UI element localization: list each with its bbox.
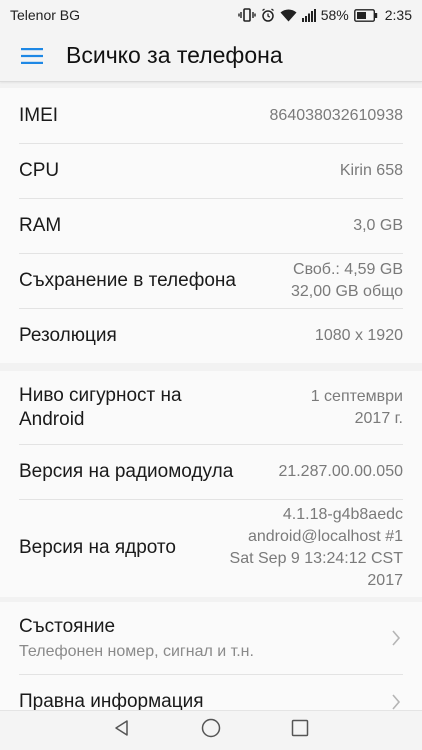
info-value: 21.287.00.00.050 <box>278 462 403 480</box>
menu-button[interactable] <box>0 30 64 82</box>
chevron-right-icon <box>389 630 403 646</box>
home-button[interactable] <box>201 718 221 743</box>
legal-info-row[interactable]: Правна информация <box>0 674 422 710</box>
info-label: Версия на ядрото <box>19 537 176 558</box>
info-row-imei: IMEI 864038032610938 <box>0 88 422 143</box>
back-button[interactable] <box>113 719 131 742</box>
info-row-cpu: CPU Kirin 658 <box>0 143 422 198</box>
info-label: CPU <box>19 159 60 181</box>
value-line: 1 септември <box>310 387 403 405</box>
info-row-resolution: Резолюция 1080 x 1920 <box>0 308 422 363</box>
info-label: Съхранение в телефона <box>19 269 236 291</box>
recents-square-icon <box>291 719 309 737</box>
info-label: Резолюция <box>19 324 117 346</box>
info-label: Версия на радиомодула <box>19 460 234 482</box>
info-row-baseband: Версия на радиомодула 21.287.00.00.050 <box>0 444 422 499</box>
status-bar: Telenor BG 58% 2:35 <box>0 0 422 30</box>
battery-icon <box>353 8 378 22</box>
status-row[interactable]: Състояние Телефонен номер, сигнал и т.н. <box>0 602 422 674</box>
back-triangle-icon <box>115 720 128 736</box>
battery-percent: 58% <box>320 7 349 23</box>
info-value: Kirin 658 <box>339 161 403 179</box>
storage-free: Своб.: 4,59 GB <box>293 260 403 278</box>
info-label: IMEI <box>19 104 59 126</box>
version-info-section: Ниво сигурност на Android 1 септември 20… <box>0 371 422 597</box>
label-line: Android <box>19 408 85 430</box>
info-value: 1080 x 1920 <box>314 326 403 344</box>
home-circle-icon <box>201 718 221 738</box>
page-title: Всичко за телефона <box>66 42 283 68</box>
chevron-right-icon <box>389 693 403 710</box>
signal-icon <box>301 8 316 22</box>
status-row-text: Състояние Телефонен номер, сигнал и т.н. <box>19 615 254 661</box>
hamburger-menu-icon <box>21 47 43 64</box>
hardware-info-section: IMEI 864038032610938 CPU Kirin 658 RAM 3… <box>0 88 422 363</box>
system-nav-bar <box>0 710 422 750</box>
info-row-kernel: Версия на ядрото 4.1.18-g4b8aedc android… <box>0 499 422 597</box>
storage-value: Своб.: 4,59 GB 32,00 GB общо <box>291 259 403 303</box>
clock-time: 2:35 <box>384 7 412 23</box>
kernel-value: 4.1.18-g4b8aedc android@localhost #1 Sat… <box>230 504 403 592</box>
value-line: android@localhost #1 <box>247 528 403 545</box>
security-level-label: Ниво сигурност на Android <box>19 384 182 432</box>
carrier-name: Telenor BG <box>10 7 81 23</box>
value-line: 2017 г. <box>354 409 403 427</box>
info-value: 864038032610938 <box>269 106 403 124</box>
info-label: RAM <box>19 214 62 236</box>
security-level-value: 1 септември 2017 г. <box>311 386 403 430</box>
legal-info-label: Правна информация <box>19 690 204 711</box>
info-row-storage: Съхранение в телефона Своб.: 4,59 GB 32,… <box>0 253 422 308</box>
info-value: 3,0 GB <box>353 216 403 234</box>
status-label: Състояние <box>19 616 116 637</box>
status-sublabel: Телефонен номер, сигнал и т.н. <box>19 643 254 660</box>
info-row-ram: RAM 3,0 GB <box>0 198 422 253</box>
wifi-icon <box>280 8 297 22</box>
alarm-icon <box>261 8 275 22</box>
value-line: Sat Sep 9 13:24:12 CST <box>229 550 403 567</box>
info-row-security-level: Ниво сигурност на Android 1 септември 20… <box>0 371 422 444</box>
app-bar: Всичко за телефона <box>0 30 422 82</box>
value-line: 4.1.18-g4b8aedc <box>282 506 403 523</box>
storage-total: 32,00 GB общо <box>291 282 403 300</box>
vibrate-icon <box>238 8 256 22</box>
value-line: 2017 <box>367 572 403 589</box>
label-line: Ниво сигурност на <box>19 384 182 406</box>
recents-button[interactable] <box>291 719 309 742</box>
navigation-section: Състояние Телефонен номер, сигнал и т.н.… <box>0 602 422 710</box>
